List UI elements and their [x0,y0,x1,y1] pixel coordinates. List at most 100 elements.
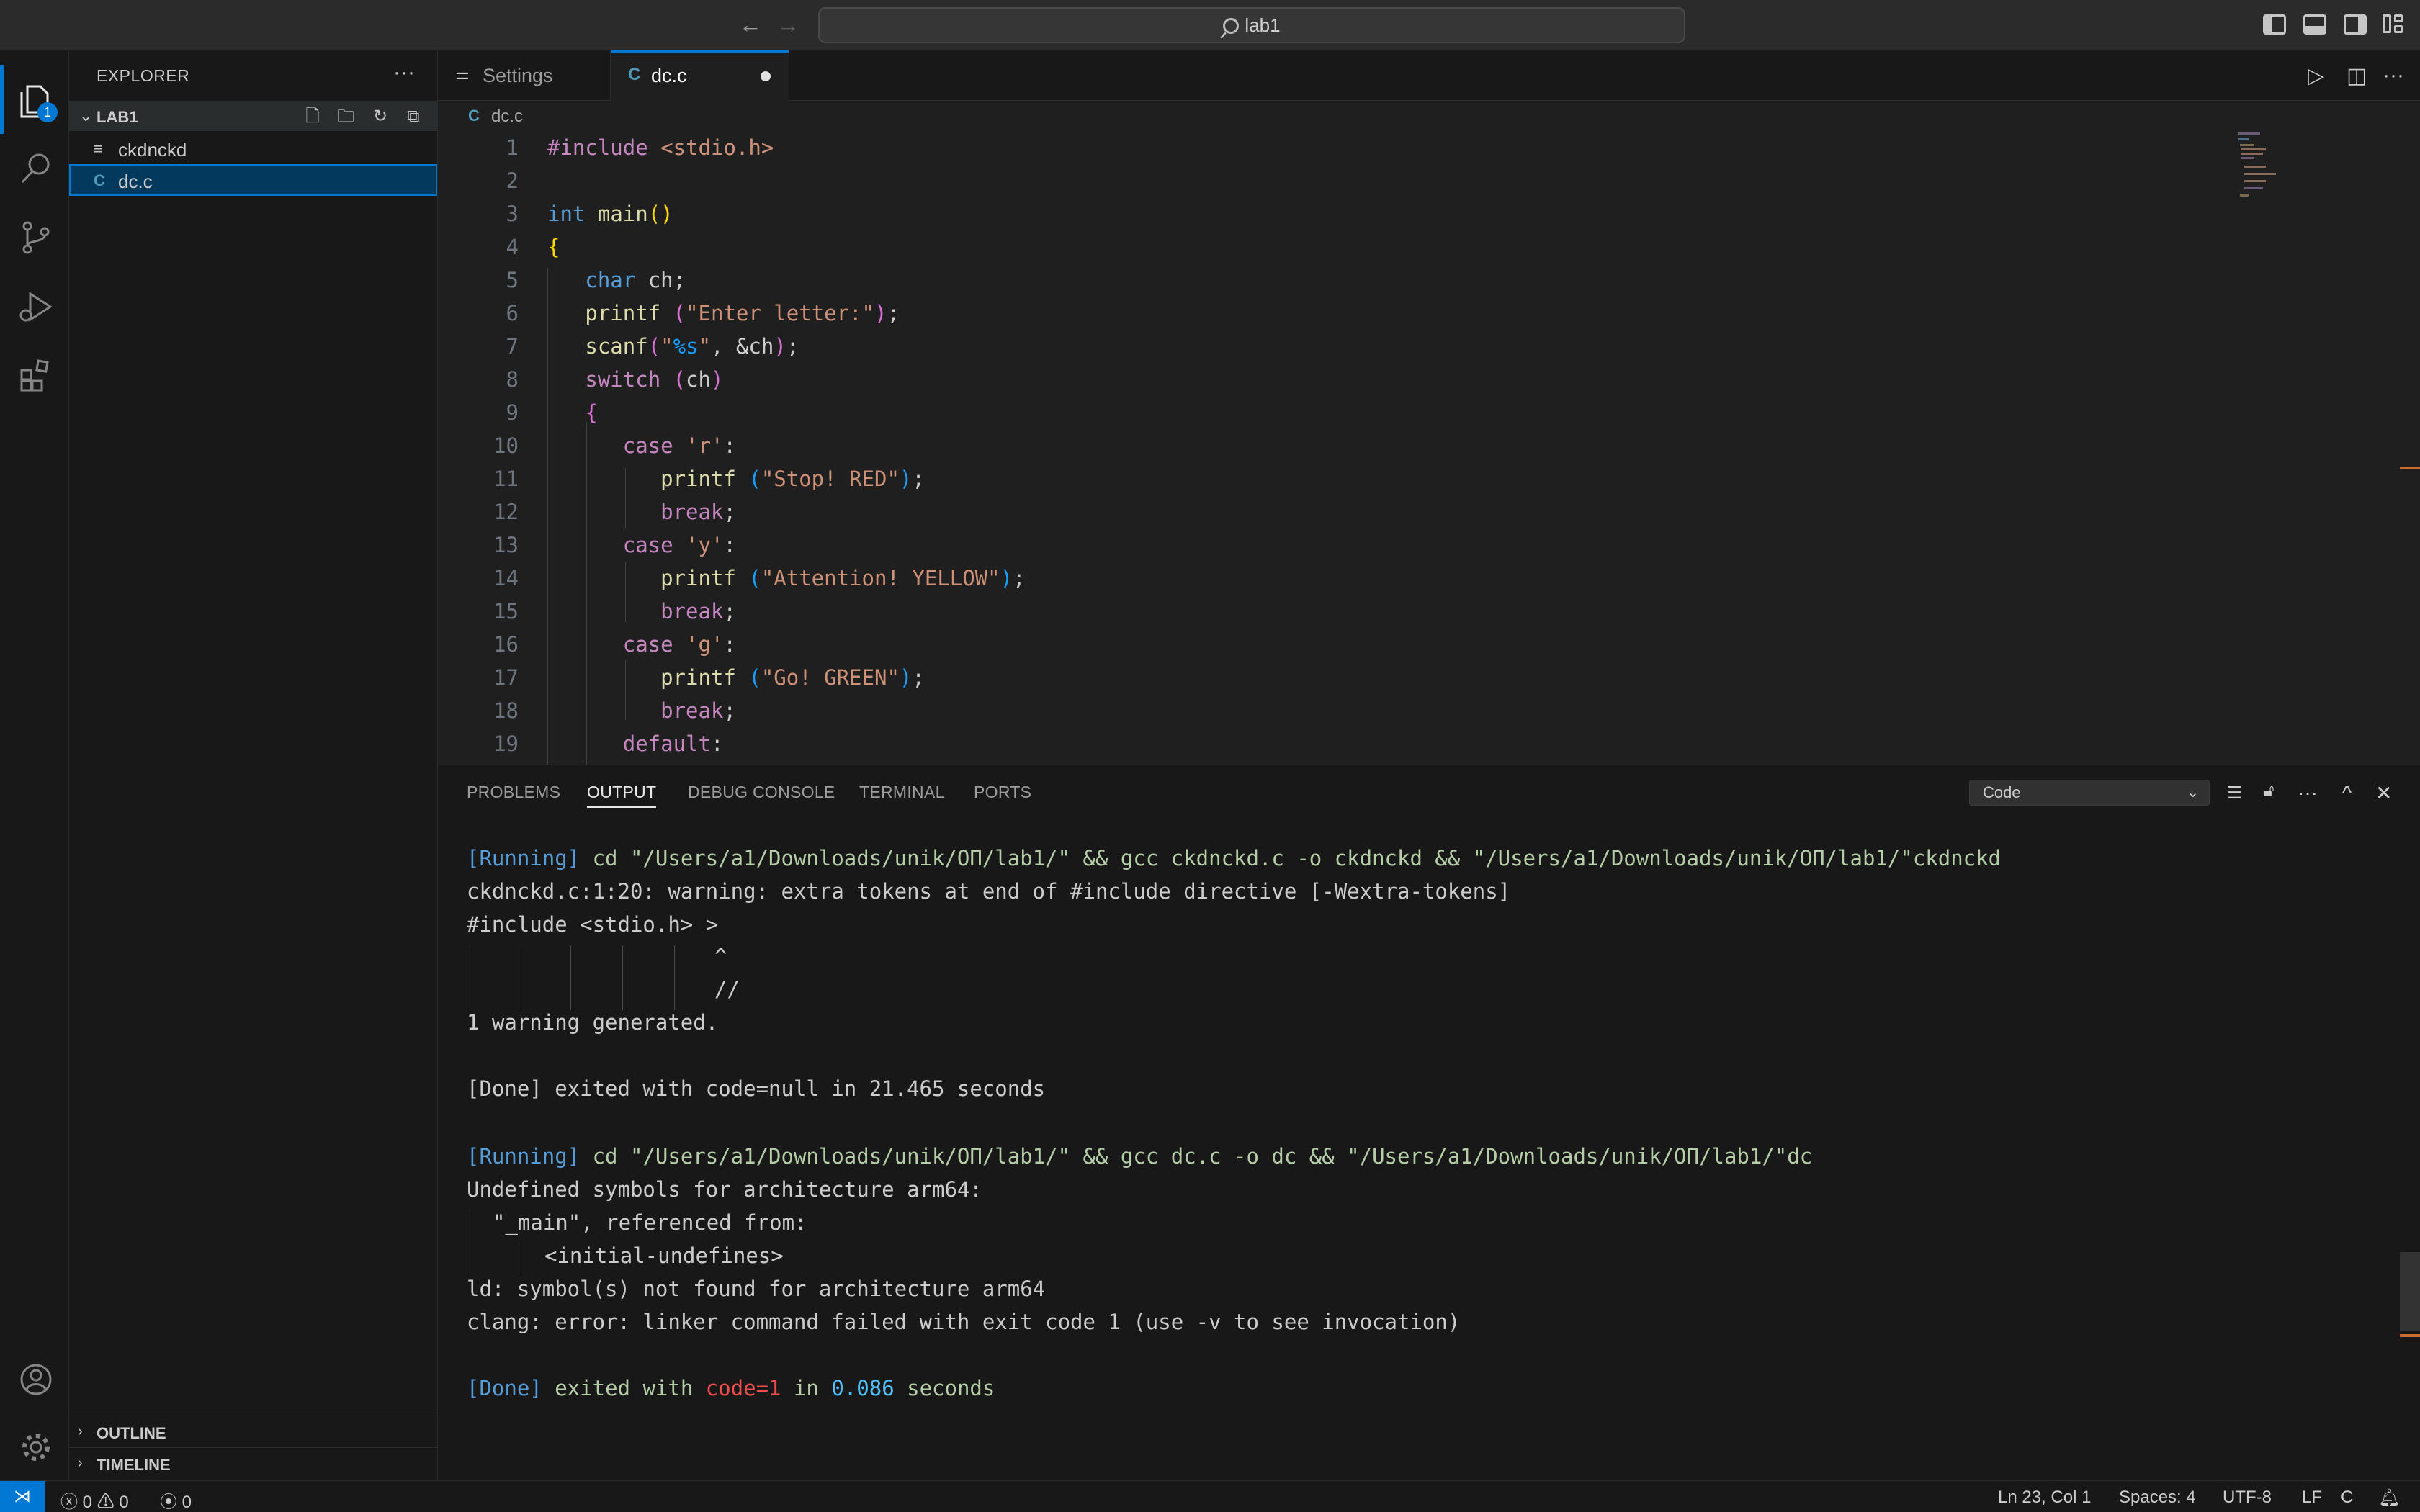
tab-debug-console[interactable]: DEBUG CONSOLE [688,783,835,802]
outline-section[interactable]: › OUTLINE [69,1416,437,1447]
tab-label: Settings [483,65,553,86]
output-line: 1 warning generated. [467,1010,719,1035]
c-file-icon: C [628,65,641,84]
extensions-activity[interactable] [0,340,69,409]
problems-indicator[interactable]: ⓧ 0 ⚠ 0 [60,1488,129,1512]
code-editor[interactable]: 1 2 3 4 5 6 7 8 9 10 11 12 13 14 15 16 17 18 19 #include <… [438,132,2420,765]
tab-output[interactable]: OUTPUT [587,783,657,808]
remote-indicator-icon[interactable]: ⋊ [0,1481,45,1512]
tab-dc-c[interactable]: C dc.c [611,50,789,101]
search-icon [21,153,50,184]
end-of-line[interactable]: LF [2302,1488,2322,1508]
unsaved-dot-icon[interactable] [761,71,771,81]
line-number: 3 [506,202,519,226]
toggle-panel-icon[interactable] [2303,14,2326,35]
file-item-ckdnckd[interactable]: ≡ ckdnckd [69,132,437,164]
toggle-primary-sidebar-icon[interactable] [2263,14,2286,35]
more-actions-icon[interactable]: ··· [393,60,415,85]
code-line-18: break; [660,698,736,723]
tab-settings[interactable]: ⚌ Settings [438,50,611,101]
clear-output-icon[interactable]: ☰ [2227,783,2243,804]
code-line-19: default: [622,732,724,756]
file-item-dc-c[interactable]: C dc.c [69,164,437,196]
line-number: 10 [493,433,519,458]
line-number: 7 [506,334,519,359]
maximize-panel-icon[interactable]: ^ [2342,781,2352,804]
search-icon [1223,18,1240,34]
tab-label: dc.c [651,65,687,86]
code-line-12: break; [660,500,736,524]
customize-layout-icon[interactable] [2383,14,2406,35]
output-line: "_main", referenced from: [493,1210,807,1235]
explorer-activity[interactable]: 1 [0,65,69,134]
output-scrollbar[interactable] [2400,1252,2420,1331]
tab-terminal[interactable]: TERMINAL [859,783,945,802]
breadcrumb-file[interactable]: dc.c [491,107,523,127]
line-number: 6 [506,301,519,325]
timeline-section[interactable]: › TIMELINE [69,1447,437,1479]
output-line: [Done] exited with code=1 in 0.086 secon… [467,1376,995,1400]
line-number: 2 [506,168,519,193]
forward-arrow-icon[interactable]: → [774,10,802,39]
output-log[interactable]: [Running] cd "/Users/a1/Downloads/unik/О… [467,846,2375,1465]
output-line: [Running] cd "/Users/a1/Downloads/unik/О… [467,846,2002,870]
channel-value: Code [1983,783,2021,801]
line-number: 5 [506,268,519,292]
output-channel-select[interactable]: Code ⌄ [1969,780,2210,806]
more-actions-icon[interactable]: ··· [2383,63,2404,88]
file-label: dc.c [118,171,153,192]
cursor-position[interactable]: Ln 23, Col 1 [1998,1488,2091,1508]
back-arrow-icon[interactable]: ← [736,10,765,39]
output-line: [Running] cd "/Users/a1/Downloads/unik/О… [467,1144,1813,1169]
lock-scroll-icon[interactable]: 🔓︎ [2263,781,2275,801]
source-control-activity[interactable] [0,202,69,271]
split-editor-icon[interactable]: ◫ [2347,63,2367,89]
toggle-secondary-sidebar-icon[interactable] [2344,14,2367,35]
encoding[interactable]: UTF-8 [2223,1488,2272,1508]
settings-icon: ⚌ [455,65,470,83]
new-file-icon[interactable]: 🗋 [302,107,323,127]
ports-count: 0 [182,1493,192,1512]
tab-ports[interactable]: PORTS [974,783,1031,802]
line-number: 18 [493,698,519,723]
code-line-11: printf ("Stop! RED"); [660,467,925,491]
chevron-right-icon: › [78,1423,83,1439]
ports-indicator[interactable]: ⦿ 0 [160,1488,192,1512]
line-number: 16 [493,632,519,657]
run-debug-activity[interactable] [0,271,69,340]
output-line: #include <stdio.h> > [467,912,719,937]
title-bar: ← → lab1 [0,0,2420,50]
close-panel-icon[interactable]: ✕ [2375,781,2392,805]
outline-label: OUTLINE [97,1424,166,1442]
language-mode[interactable]: C [2341,1488,2353,1508]
file-label: ckdnckd [118,139,187,161]
new-folder-icon[interactable]: 🗀 [336,107,356,127]
run-file-icon[interactable]: ▷ [2308,63,2324,89]
indentation[interactable]: Spaces: 4 [2119,1488,2196,1508]
more-actions-icon[interactable]: ··· [2298,781,2318,804]
output-line: [Done] exited with code=null in 21.465 s… [467,1076,1046,1101]
output-line: ckdnckd.c:1:20: warning: extra tokens at… [467,879,1511,904]
command-center-search[interactable]: lab1 [818,7,1685,43]
collapse-all-icon[interactable]: ⧉ [403,107,424,127]
chevron-down-icon: ⌄ [79,107,93,125]
code-line-7: scanf("%s", &ch); [585,334,799,359]
line-number: 19 [493,732,519,756]
minimap[interactable] [2224,132,2311,219]
code-line-17: printf ("Go! GREEN"); [660,665,925,690]
folder-header[interactable]: ⌄ LAB1 🗋 🗀 ↻ ⧉ [69,101,437,131]
status-bar: ⋊ ⓧ 0 ⚠ 0 ⦿ 0 Ln 23, Col 1 Spaces: 4 UTF… [0,1480,2420,1512]
accounts-activity[interactable] [0,1344,69,1413]
refresh-icon[interactable]: ↻ [370,107,390,127]
output-line: <initial-undefines> [544,1243,784,1268]
account-icon [20,1364,52,1395]
notifications-bell-icon[interactable]: 🔔︎ [2378,1488,2400,1508]
search-activity[interactable] [0,132,69,202]
manage-activity[interactable] [0,1411,69,1480]
line-number: 12 [493,500,519,524]
code-line-9: { [585,400,598,425]
line-number: 17 [493,665,519,690]
line-number: 11 [493,467,519,491]
tab-problems[interactable]: PROBLEMS [467,783,560,802]
broadcast-icon: ⦿ [160,1493,177,1512]
